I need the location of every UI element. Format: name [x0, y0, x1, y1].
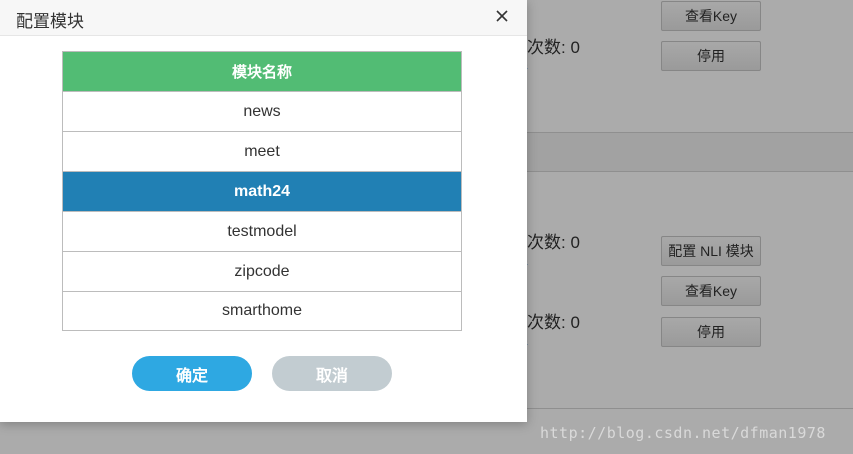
- confirm-button[interactable]: 确定: [132, 356, 252, 391]
- watermark: http://blog.csdn.net/dfman1978: [540, 424, 826, 442]
- module-row-zipcode[interactable]: zipcode: [63, 252, 461, 292]
- module-row-math24[interactable]: math24: [63, 172, 461, 212]
- dialog-title: 配置模块: [16, 12, 84, 31]
- close-icon[interactable]: [494, 8, 510, 24]
- module-row-news[interactable]: news: [63, 92, 461, 132]
- module-row-testmodel[interactable]: testmodel: [63, 212, 461, 252]
- module-row-meet[interactable]: meet: [63, 132, 461, 172]
- module-table: 模块名称 news meet math24 testmodel zipcode …: [62, 51, 462, 331]
- table-header-module-name: 模块名称: [63, 52, 461, 92]
- dialog-header: 配置模块: [0, 0, 527, 36]
- cancel-button[interactable]: 取消: [272, 356, 392, 391]
- module-row-smarthome[interactable]: smarthome: [63, 292, 461, 330]
- configure-module-dialog: 配置模块 模块名称 news meet math24 testmodel zip…: [0, 0, 527, 422]
